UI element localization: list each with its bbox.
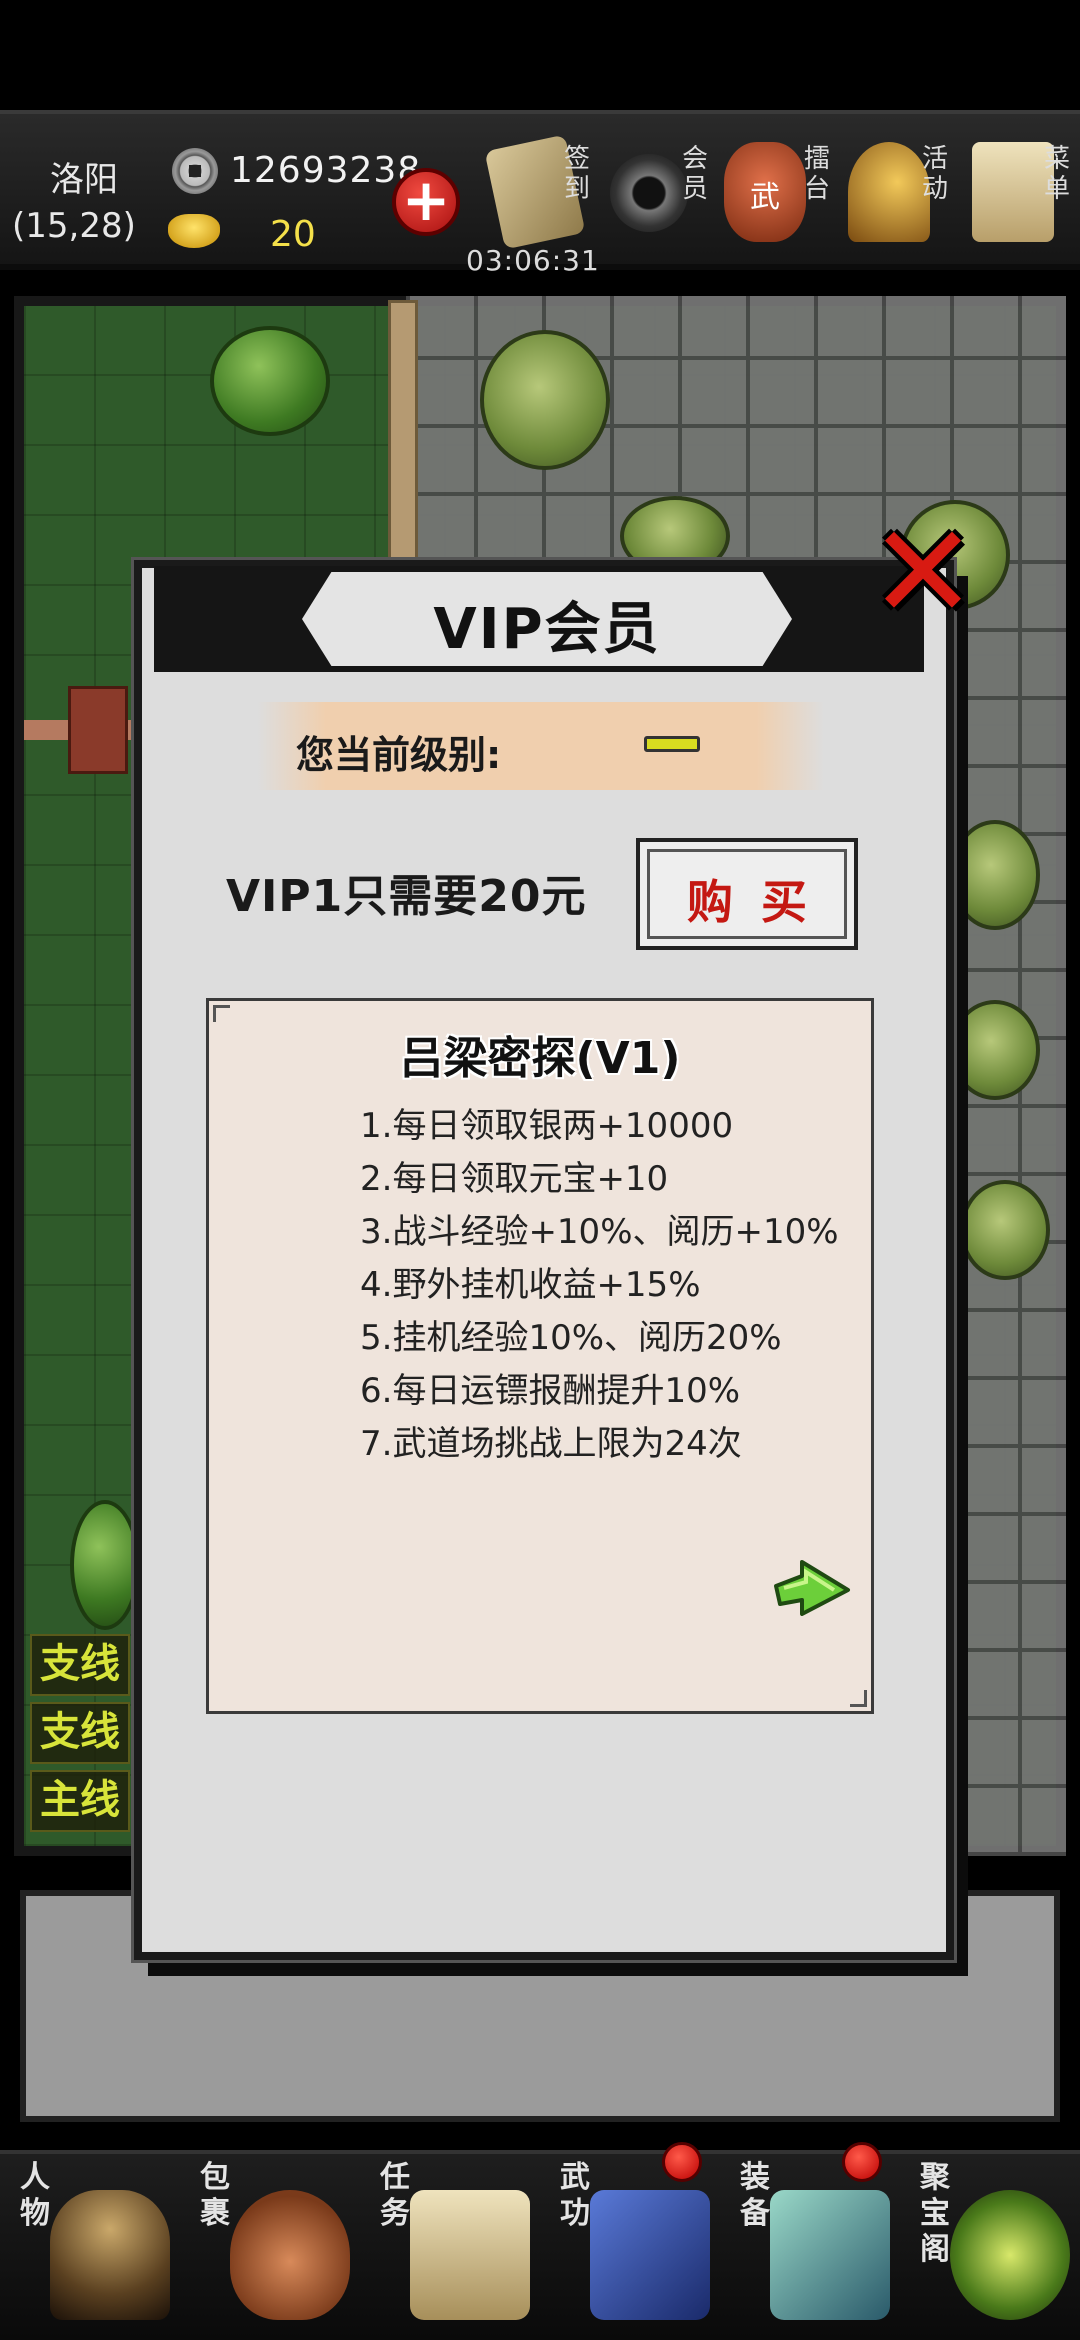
buy-button-label[interactable]: 购买 bbox=[636, 866, 858, 932]
vip-offer-text: VIP1只需要20元 bbox=[226, 871, 587, 922]
next-arrow-icon[interactable] bbox=[772, 1556, 852, 1616]
perk-item: 7.武道场挑战上限为24次 bbox=[360, 1424, 742, 1464]
perk-title: 吕梁密探(V1) bbox=[399, 1033, 681, 1084]
perk-item: 1.每日领取银两+10000 bbox=[360, 1106, 734, 1146]
current-level-label: 您当前级别: bbox=[296, 733, 502, 777]
close-x-icon[interactable]: ✕ bbox=[868, 507, 978, 642]
perk-item: 6.每日运镖报酬提升10% bbox=[360, 1371, 741, 1411]
perk-item: 5.挂机经验10%、阅历20% bbox=[360, 1318, 782, 1358]
perk-item: 4.野外挂机收益+15% bbox=[360, 1265, 701, 1305]
dialog-title: VIP会员 bbox=[433, 597, 661, 662]
current-level-none-icon bbox=[644, 728, 700, 752]
perk-list: 1.每日领取银两+10000 2.每日领取元宝+10 3.战斗经验+10%、阅历… bbox=[360, 1100, 860, 1471]
perk-item: 2.每日领取元宝+10 bbox=[360, 1159, 669, 1199]
perk-item: 3.战斗经验+10%、阅历+10% bbox=[360, 1212, 839, 1252]
vip-dialog-overlay: VIP会员 ✕ 您当前级别: VIP1只需要20元 购买 吕梁密探(V1) 1.… bbox=[0, 0, 1080, 2340]
